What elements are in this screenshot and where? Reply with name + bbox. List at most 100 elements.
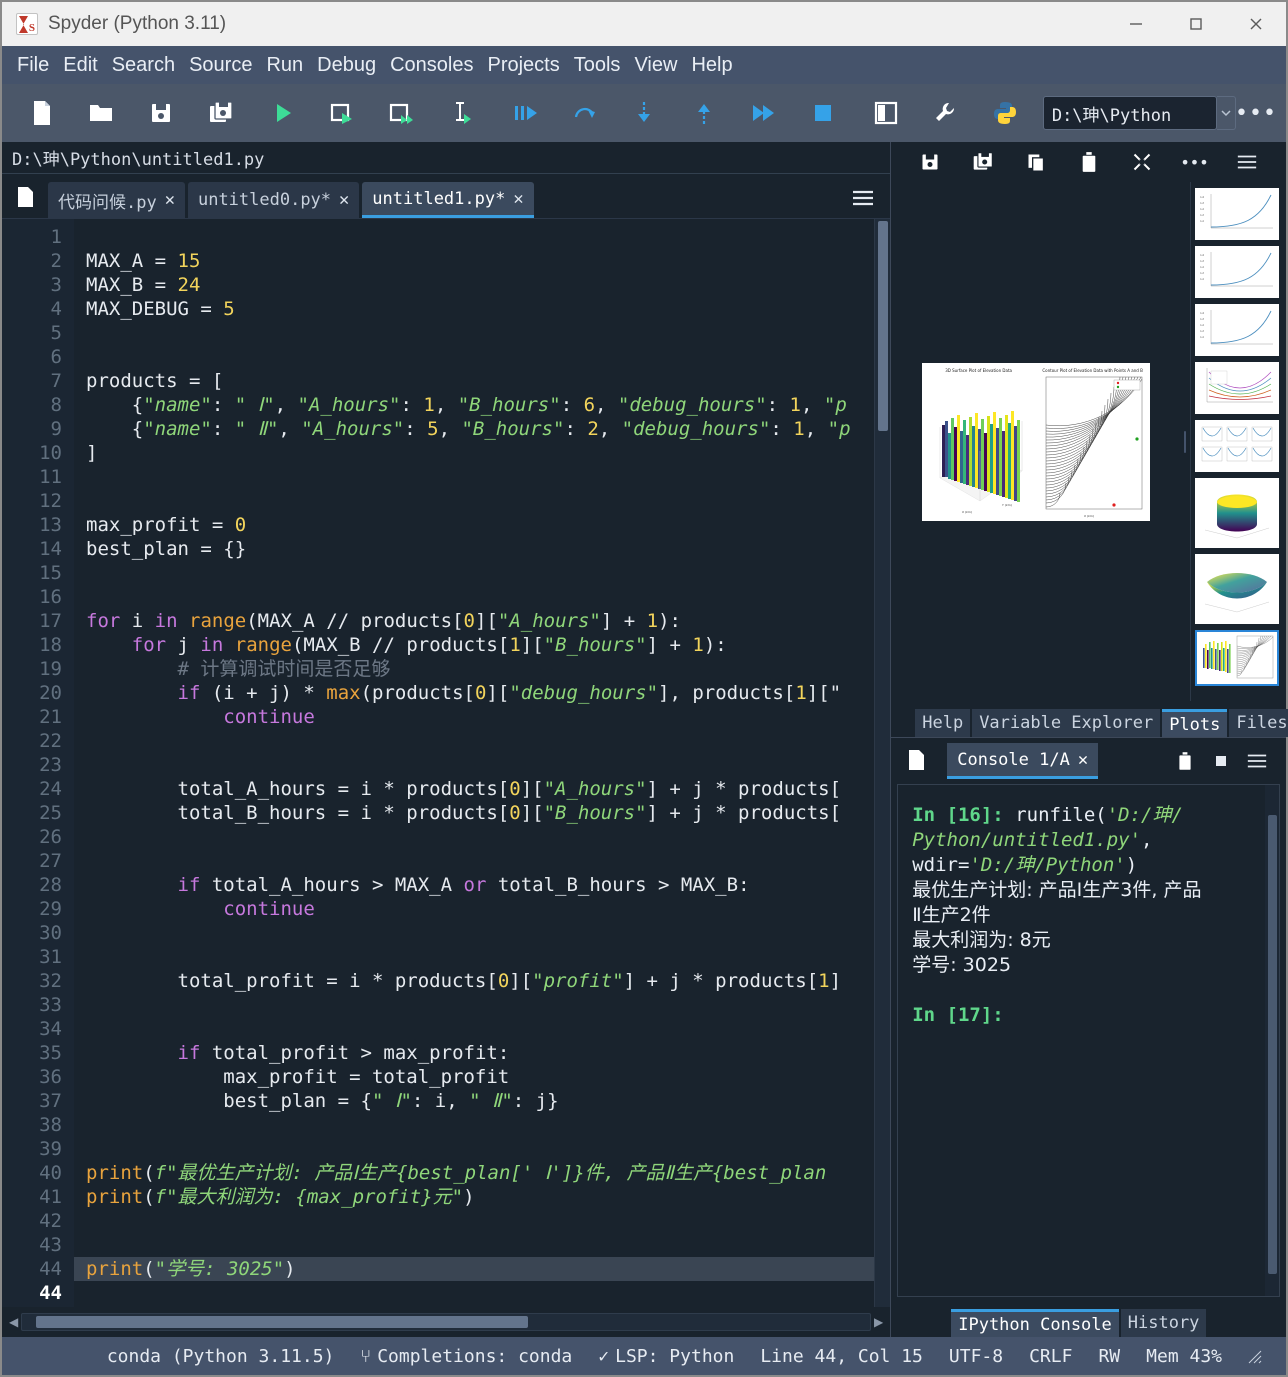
maximize-button[interactable] bbox=[1166, 2, 1226, 46]
continue-icon[interactable] bbox=[734, 91, 794, 135]
hamburger-menu-icon[interactable] bbox=[1230, 147, 1264, 177]
code-line[interactable] bbox=[74, 1137, 890, 1161]
editor-tab-untitled0[interactable]: untitled0.py* ✕ bbox=[187, 182, 360, 218]
thumbnail-parabola-family[interactable] bbox=[1195, 362, 1279, 414]
tab-plots[interactable]: Plots bbox=[1162, 709, 1228, 737]
code-line[interactable] bbox=[74, 345, 890, 369]
run-cell-advance-icon[interactable] bbox=[373, 91, 433, 135]
code-line[interactable] bbox=[74, 225, 890, 249]
thumbnail-subplot-grid[interactable] bbox=[1195, 420, 1279, 472]
minimize-button[interactable] bbox=[1106, 2, 1166, 46]
code-line[interactable]: MAX_B = 24 bbox=[74, 273, 890, 297]
code-line[interactable]: {"name": " Ⅱ", "A_hours": 5, "B_hours": … bbox=[74, 417, 890, 441]
code-line[interactable] bbox=[74, 993, 890, 1017]
menu-consoles[interactable]: Consoles bbox=[383, 52, 480, 79]
thumbnail-3d-surface-cylinder[interactable] bbox=[1195, 478, 1279, 548]
close-tab-icon[interactable]: ✕ bbox=[1078, 750, 1088, 770]
status-interpreter[interactable]: conda (Python 3.11.5) bbox=[107, 1346, 335, 1367]
stop-console-icon[interactable] bbox=[1206, 746, 1236, 776]
code-line[interactable] bbox=[74, 321, 890, 345]
resize-grip-icon[interactable] bbox=[1248, 1348, 1264, 1364]
menu-edit[interactable]: Edit bbox=[56, 52, 104, 79]
code-line[interactable]: # 计算调试时间是否足够 bbox=[74, 657, 890, 681]
editor-horizontal-scrollbar[interactable] bbox=[21, 1313, 871, 1331]
menu-file[interactable]: File bbox=[10, 52, 56, 79]
run-cell-icon[interactable] bbox=[313, 91, 373, 135]
code-line[interactable]: print(f"最大利润为: {max_profit}元") bbox=[74, 1185, 890, 1209]
editor-tab-untitled1[interactable]: untitled1.py* ✕ bbox=[362, 182, 534, 218]
new-file-icon[interactable] bbox=[12, 91, 72, 135]
status-memory[interactable]: Mem 43% bbox=[1146, 1346, 1222, 1367]
code-line[interactable]: for j in range(MAX_B // products[1]["B_h… bbox=[74, 633, 890, 657]
file-browser-icon[interactable] bbox=[10, 178, 42, 216]
copy-plot-icon[interactable] bbox=[1019, 147, 1053, 177]
hamburger-menu-icon[interactable] bbox=[1242, 746, 1272, 776]
menu-tools[interactable]: Tools bbox=[567, 52, 628, 79]
code-line[interactable]: max_profit = 0 bbox=[74, 513, 890, 537]
menu-source[interactable]: Source bbox=[182, 52, 259, 79]
scroll-right-icon[interactable]: ▶ bbox=[871, 1315, 886, 1329]
thumbnail-exponential-2[interactable]: 1e6 1e5 1e4 1e3 1e2 bbox=[1195, 246, 1279, 298]
menu-run[interactable]: Run bbox=[259, 52, 310, 79]
menu-view[interactable]: View bbox=[627, 52, 684, 79]
menu-search[interactable]: Search bbox=[105, 52, 182, 79]
code-line[interactable]: for i in range(MAX_A // products[0]["A_h… bbox=[74, 609, 890, 633]
code-line[interactable]: print("学号: 3025") bbox=[74, 1257, 891, 1281]
stop-debug-icon[interactable] bbox=[793, 91, 853, 135]
code-line[interactable]: total_B_hours = i * products[0]["B_hours… bbox=[74, 801, 890, 825]
code-line[interactable]: best_plan = {" Ⅰ": i, " Ⅱ": j} bbox=[74, 1089, 890, 1113]
save-all-icon[interactable] bbox=[191, 91, 251, 135]
thumbnail-exponential-3[interactable]: 1e6 1e5 1e4 1e3 1e2 bbox=[1195, 304, 1279, 356]
remove-console-icon[interactable] bbox=[1170, 746, 1200, 776]
code-line[interactable]: best_plan = {} bbox=[74, 537, 890, 561]
save-plot-icon[interactable] bbox=[913, 147, 947, 177]
code-line[interactable] bbox=[74, 729, 890, 753]
status-lsp[interactable]: ✓ LSP: Python bbox=[598, 1346, 734, 1367]
step-return-icon[interactable] bbox=[674, 91, 734, 135]
menu-help[interactable]: Help bbox=[684, 52, 739, 79]
menu-debug[interactable]: Debug bbox=[310, 52, 383, 79]
code-line[interactable] bbox=[74, 465, 890, 489]
scroll-left-icon[interactable]: ◀ bbox=[6, 1315, 21, 1329]
plot-viewer[interactable]: 3D Surface Plot of Elevation Data X (km)… bbox=[891, 182, 1180, 701]
code-line[interactable]: total_profit = i * products[0]["profit"]… bbox=[74, 969, 890, 993]
code-line[interactable] bbox=[74, 1113, 890, 1137]
code-line[interactable] bbox=[74, 585, 890, 609]
editor-vertical-scrollbar[interactable] bbox=[874, 219, 891, 1307]
code-line[interactable] bbox=[74, 825, 890, 849]
step-into-icon[interactable] bbox=[614, 91, 674, 135]
plots-splitter[interactable] bbox=[1180, 182, 1190, 701]
toolbar-overflow-icon[interactable]: ••• bbox=[1235, 91, 1276, 135]
code-line[interactable]: if total_profit > max_profit: bbox=[74, 1041, 890, 1065]
code-line[interactable]: max_profit = total_profit bbox=[74, 1065, 890, 1089]
editor-tab-daimawenhou[interactable]: 代码问候.py ✕ bbox=[48, 182, 185, 218]
code-line[interactable]: total_A_hours = i * products[0]["A_hours… bbox=[74, 777, 890, 801]
close-tab-icon[interactable]: ✕ bbox=[513, 189, 523, 209]
code-line[interactable]: {"name": " Ⅰ", "A_hours": 1, "B_hours": … bbox=[74, 393, 890, 417]
plot-options-more-icon[interactable]: ••• bbox=[1177, 147, 1211, 177]
file-browser-icon[interactable] bbox=[901, 741, 933, 779]
code-line[interactable] bbox=[74, 849, 890, 873]
chevron-down-icon[interactable] bbox=[1216, 96, 1236, 130]
console-output-area[interactable]: In [16]: runfile('D:/珅/Python/untitled1.… bbox=[897, 784, 1280, 1297]
save-file-icon[interactable] bbox=[131, 91, 191, 135]
tab-ipython-console[interactable]: IPython Console bbox=[951, 1309, 1119, 1337]
hamburger-menu-icon[interactable] bbox=[850, 188, 876, 212]
working-directory-input[interactable]: D:\珅\Python bbox=[1042, 96, 1217, 130]
code-line[interactable] bbox=[74, 945, 890, 969]
console-vertical-scrollbar[interactable] bbox=[1265, 785, 1279, 1296]
code-line[interactable] bbox=[74, 1233, 890, 1257]
step-over-icon[interactable] bbox=[555, 91, 615, 135]
tab-history[interactable]: History bbox=[1120, 1309, 1207, 1337]
close-button[interactable] bbox=[1226, 2, 1286, 46]
code-line[interactable] bbox=[74, 561, 890, 585]
code-line[interactable]: print(f"最优生产计划: 产品Ⅰ生产{best_plan[' Ⅰ']}件,… bbox=[74, 1161, 890, 1185]
debug-file-icon[interactable] bbox=[495, 91, 555, 135]
code-line[interactable]: continue bbox=[74, 705, 890, 729]
code-line[interactable] bbox=[74, 1209, 890, 1233]
code-line[interactable] bbox=[74, 489, 890, 513]
thumbnail-elevation-pair[interactable] bbox=[1195, 630, 1279, 686]
tab-files[interactable]: Files bbox=[1229, 709, 1288, 737]
thumbnail-exponential-1[interactable]: 1e6 1e5 1e4 1e3 1e2 bbox=[1195, 188, 1279, 240]
status-completions[interactable]: ⑂ Completions: conda bbox=[360, 1346, 572, 1367]
